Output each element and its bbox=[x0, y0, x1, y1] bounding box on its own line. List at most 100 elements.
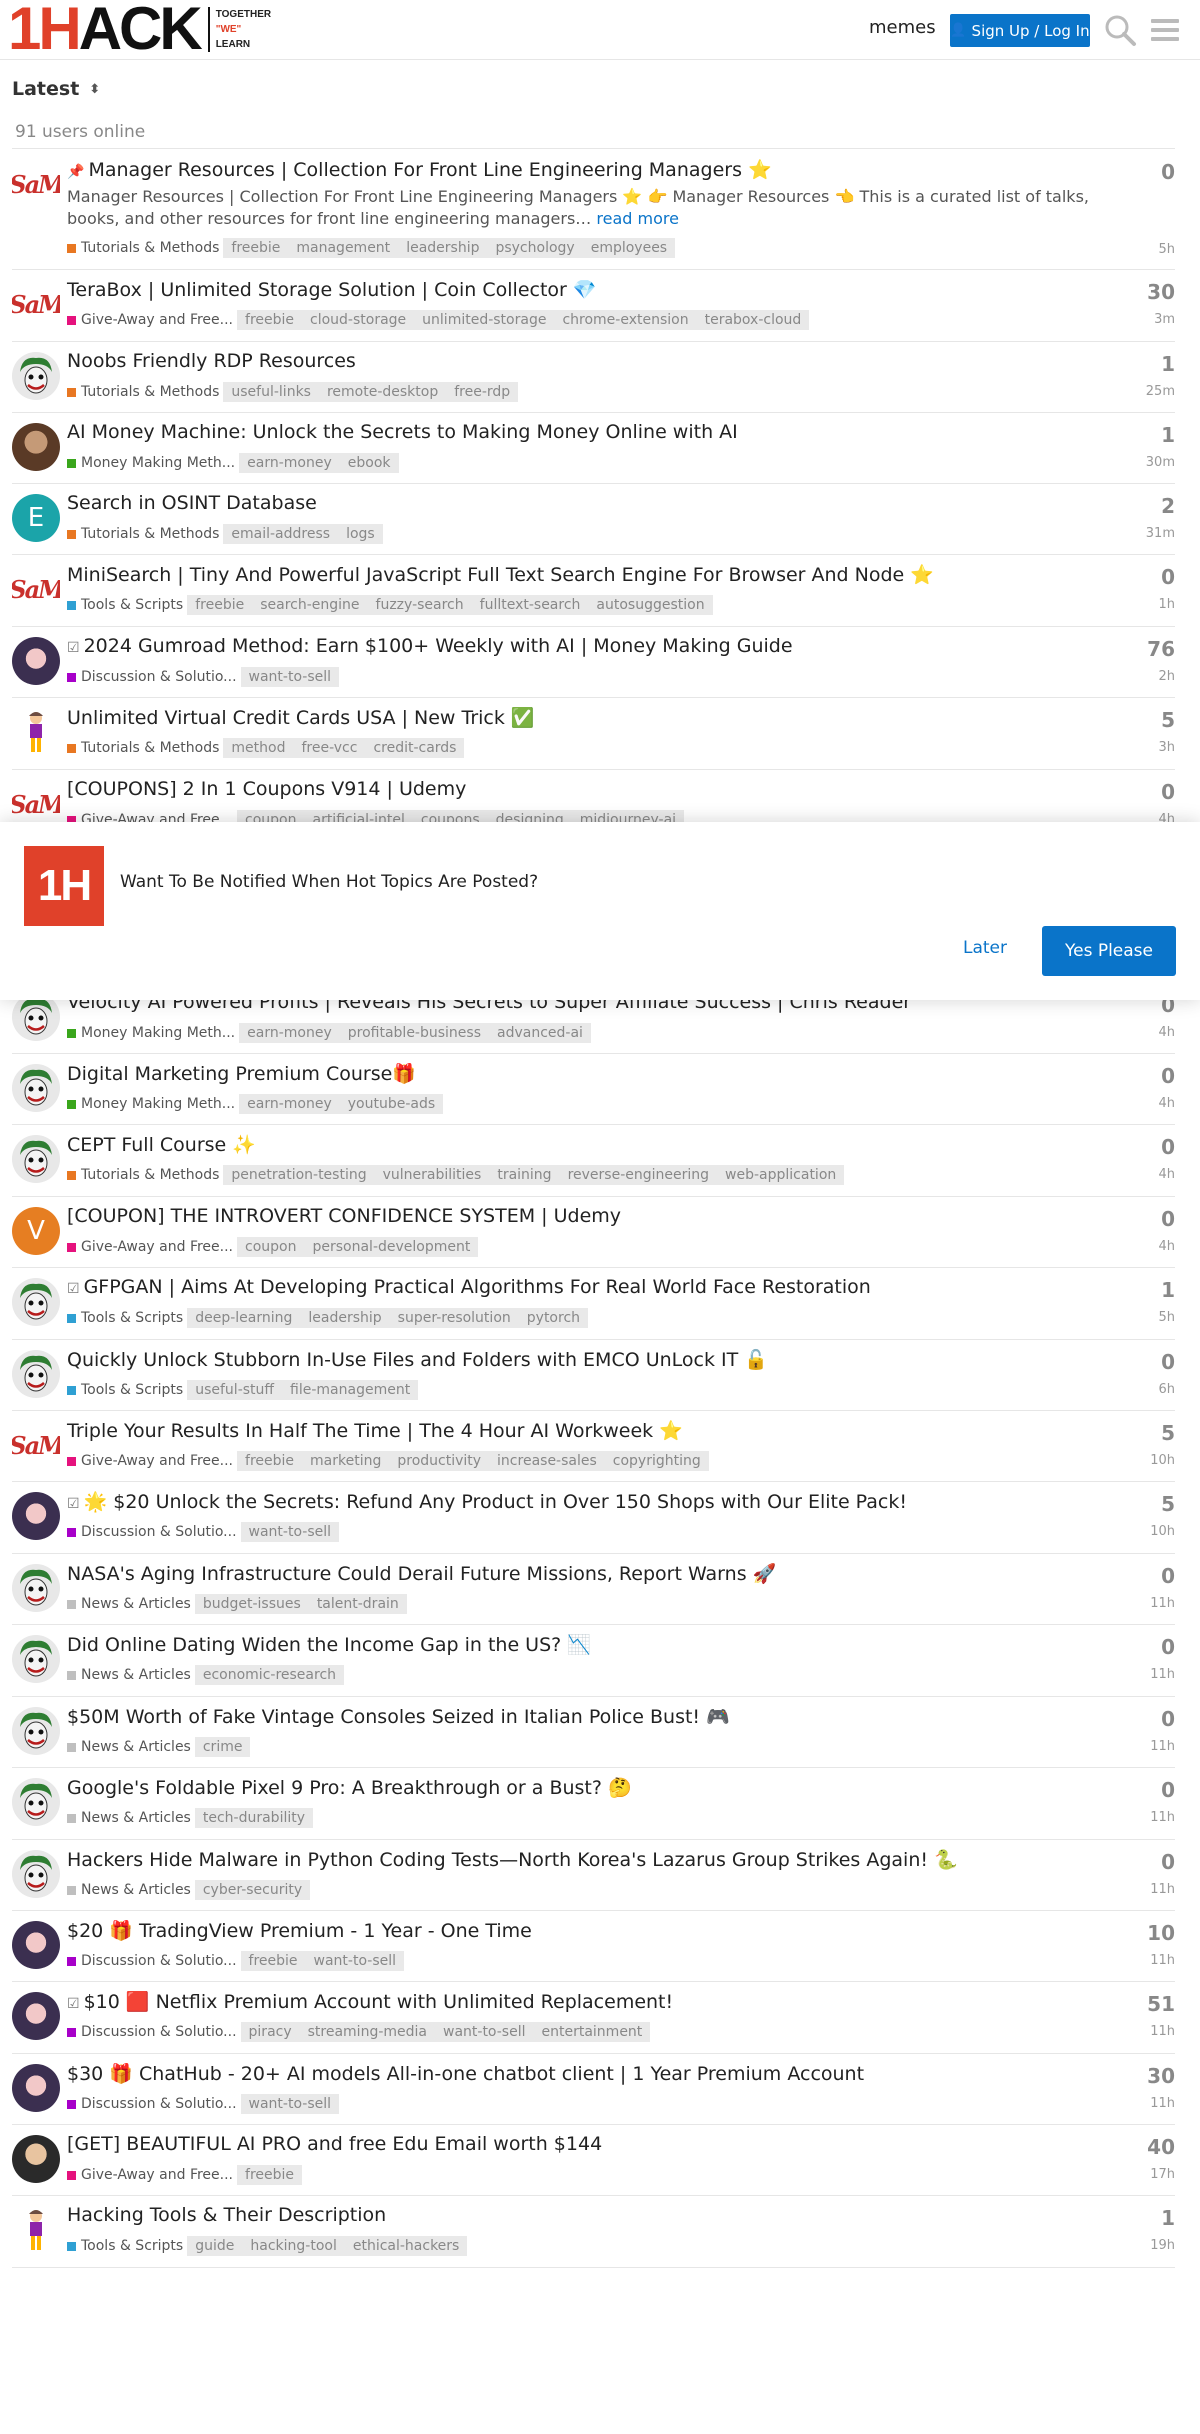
category-badge[interactable]: Tutorials & Methods bbox=[67, 740, 219, 756]
category-badge[interactable]: Tutorials & Methods bbox=[67, 526, 219, 542]
topic-title[interactable]: 📌 Manager Resources | Collection For Fron… bbox=[67, 158, 772, 181]
category-badge[interactable]: Tutorials & Methods bbox=[67, 1167, 219, 1183]
topic-row[interactable]: ☑ 🌟 $20 Unlock the Secrets: Refund Any Pr… bbox=[12, 1482, 1175, 1554]
avatar-sam-logo[interactable]: SaM bbox=[12, 280, 60, 328]
topic-row[interactable]: SaM MiniSearch | Tiny And Powerful JavaSc… bbox=[12, 555, 1175, 627]
tag[interactable]: chrome-extension bbox=[554, 310, 697, 330]
tag[interactable]: penetration-testing bbox=[223, 1165, 375, 1185]
activity-age[interactable]: 6h bbox=[1158, 1382, 1175, 1397]
tag[interactable]: psychology bbox=[487, 238, 583, 258]
tag[interactable]: cloud-storage bbox=[302, 310, 415, 330]
category-badge[interactable]: Give-Away and Free... bbox=[67, 1239, 233, 1255]
activity-age[interactable]: 11h bbox=[1150, 1810, 1175, 1825]
tag[interactable]: logs bbox=[338, 524, 383, 544]
reply-count[interactable]: 0 bbox=[1161, 1564, 1175, 1588]
tag[interactable]: earn-money bbox=[239, 1094, 340, 1114]
category-badge[interactable]: Tutorials & Methods bbox=[67, 240, 219, 256]
avatar[interactable] bbox=[12, 1850, 60, 1898]
reply-count[interactable]: 0 bbox=[1161, 1064, 1175, 1088]
reply-count[interactable]: 0 bbox=[1161, 1207, 1175, 1231]
activity-age[interactable]: 4h bbox=[1158, 1096, 1175, 1111]
avatar[interactable]: E bbox=[12, 494, 60, 542]
tag[interactable]: fulltext-search bbox=[471, 595, 589, 615]
tag[interactable]: useful-links bbox=[223, 382, 319, 402]
reply-count[interactable]: 1 bbox=[1161, 2206, 1175, 2230]
reply-count[interactable]: 5 bbox=[1161, 1492, 1175, 1516]
tag[interactable]: talent-drain bbox=[308, 1594, 407, 1614]
topic-row[interactable]: [GET] BEAUTIFUL AI PRO and free Edu Emai… bbox=[12, 2125, 1175, 2196]
topic-title[interactable]: ☑ GFPGAN | Aims At Developing Practical A… bbox=[67, 1276, 871, 1298]
tag[interactable]: freebie bbox=[237, 2165, 303, 2185]
topic-title[interactable]: [GET] BEAUTIFUL AI PRO and free Edu Emai… bbox=[67, 2133, 602, 2155]
avatar[interactable] bbox=[12, 1135, 60, 1183]
tag[interactable]: earn-money bbox=[239, 1023, 340, 1043]
topic-row[interactable]: $30 🎁 ChatHub - 20+ AI models All-in-one… bbox=[12, 2054, 1175, 2125]
tag[interactable]: file-management bbox=[282, 1380, 419, 1400]
category-badge[interactable]: Money Making Meth... bbox=[67, 1025, 235, 1041]
avatar[interactable]: V bbox=[12, 1207, 60, 1255]
reply-count[interactable]: 2 bbox=[1161, 494, 1175, 518]
activity-age[interactable]: 3m bbox=[1154, 312, 1175, 327]
category-badge[interactable]: News & Articles bbox=[67, 1596, 191, 1612]
avatar[interactable] bbox=[12, 1707, 60, 1755]
tag[interactable]: method bbox=[223, 738, 294, 758]
avatar[interactable] bbox=[12, 1064, 60, 1112]
topic-row[interactable]: ☑ 2024 Gumroad Method: Earn $100+ Weekly … bbox=[12, 627, 1175, 698]
topic-row[interactable]: SaM Triple Your Results In Half The Time … bbox=[12, 1411, 1175, 1482]
reply-count[interactable]: 0 bbox=[1161, 1707, 1175, 1731]
avatar[interactable] bbox=[12, 637, 60, 685]
topic-row[interactable]: ☑ GFPGAN | Aims At Developing Practical A… bbox=[12, 1268, 1175, 1340]
tag[interactable]: free-rdp bbox=[446, 382, 519, 402]
topic-title[interactable]: ☑ 2024 Gumroad Method: Earn $100+ Weekly … bbox=[67, 635, 793, 657]
avatar[interactable] bbox=[12, 1278, 60, 1326]
tag[interactable]: free-vcc bbox=[293, 738, 366, 758]
search-icon[interactable] bbox=[1103, 13, 1137, 47]
tag[interactable]: copyrighting bbox=[604, 1451, 709, 1471]
later-button[interactable]: Later bbox=[963, 938, 1007, 958]
topic-title[interactable]: Hacking Tools & Their Description bbox=[67, 2204, 386, 2226]
tag[interactable]: piracy bbox=[240, 2022, 300, 2042]
tag[interactable]: freebie bbox=[237, 310, 303, 330]
reply-count[interactable]: 1 bbox=[1161, 352, 1175, 376]
category-badge[interactable]: News & Articles bbox=[67, 1810, 191, 1826]
tag[interactable]: cyber-security bbox=[194, 1880, 311, 1900]
topic-row[interactable]: Noobs Friendly RDP Resources Tutorials & … bbox=[12, 342, 1175, 413]
category-badge[interactable]: Tutorials & Methods bbox=[67, 384, 219, 400]
tag[interactable]: fuzzy-search bbox=[367, 595, 472, 615]
topic-title[interactable]: [COUPONS] 2 In 1 Coupons V914 | Udemy bbox=[67, 778, 466, 800]
topic-title[interactable]: CEPT Full Course ✨ bbox=[67, 1133, 256, 1156]
activity-age[interactable]: 25m bbox=[1146, 384, 1175, 399]
topic-row[interactable]: NASA's Aging Infrastructure Could Derail… bbox=[12, 1554, 1175, 1625]
tag[interactable]: reverse-engineering bbox=[559, 1165, 718, 1185]
avatar[interactable] bbox=[12, 1635, 60, 1683]
activity-age[interactable]: 4h bbox=[1158, 1167, 1175, 1182]
yes-please-button[interactable]: Yes Please bbox=[1042, 926, 1176, 976]
topic-row[interactable]: ☑ $10 🟥 Netflix Premium Account with Unli… bbox=[12, 1982, 1175, 2054]
topic-title[interactable]: ☑ 🌟 $20 Unlock the Secrets: Refund Any Pr… bbox=[67, 1490, 907, 1513]
tag[interactable]: terabox-cloud bbox=[696, 310, 810, 330]
tag[interactable]: unlimited-storage bbox=[414, 310, 555, 330]
tag[interactable]: want-to-sell bbox=[240, 2094, 340, 2114]
topic-title[interactable]: TeraBox | Unlimited Storage Solution | C… bbox=[67, 278, 597, 301]
tag[interactable]: credit-cards bbox=[365, 738, 465, 758]
avatar[interactable] bbox=[12, 2064, 60, 2112]
category-badge[interactable]: Discussion & Solutio... bbox=[67, 669, 237, 685]
activity-age[interactable]: 11h bbox=[1150, 1596, 1175, 1611]
reply-count[interactable]: 0 bbox=[1161, 1350, 1175, 1374]
reply-count[interactable]: 76 bbox=[1147, 637, 1175, 661]
reply-count[interactable]: 5 bbox=[1161, 1421, 1175, 1445]
tag[interactable]: pytorch bbox=[518, 1308, 589, 1328]
topic-title[interactable]: Quickly Unlock Stubborn In-Use Files and… bbox=[67, 1348, 768, 1371]
category-badge[interactable]: News & Articles bbox=[67, 1882, 191, 1898]
hamburger-menu-icon[interactable] bbox=[1148, 13, 1182, 47]
activity-age[interactable]: 31m bbox=[1146, 526, 1175, 541]
topic-title[interactable]: MiniSearch | Tiny And Powerful JavaScrip… bbox=[67, 563, 934, 586]
tag[interactable]: want-to-sell bbox=[305, 1951, 405, 1971]
activity-age[interactable]: 17h bbox=[1150, 2167, 1175, 2182]
category-badge[interactable]: Tools & Scripts bbox=[67, 1382, 183, 1398]
tag[interactable]: autosuggestion bbox=[588, 595, 713, 615]
activity-age[interactable]: 30m bbox=[1146, 455, 1175, 470]
category-badge[interactable]: Tools & Scripts bbox=[67, 1310, 183, 1326]
topic-title[interactable]: Did Online Dating Widen the Income Gap i… bbox=[67, 1633, 591, 1656]
topic-row[interactable]: Quickly Unlock Stubborn In-Use Files and… bbox=[12, 1340, 1175, 1411]
